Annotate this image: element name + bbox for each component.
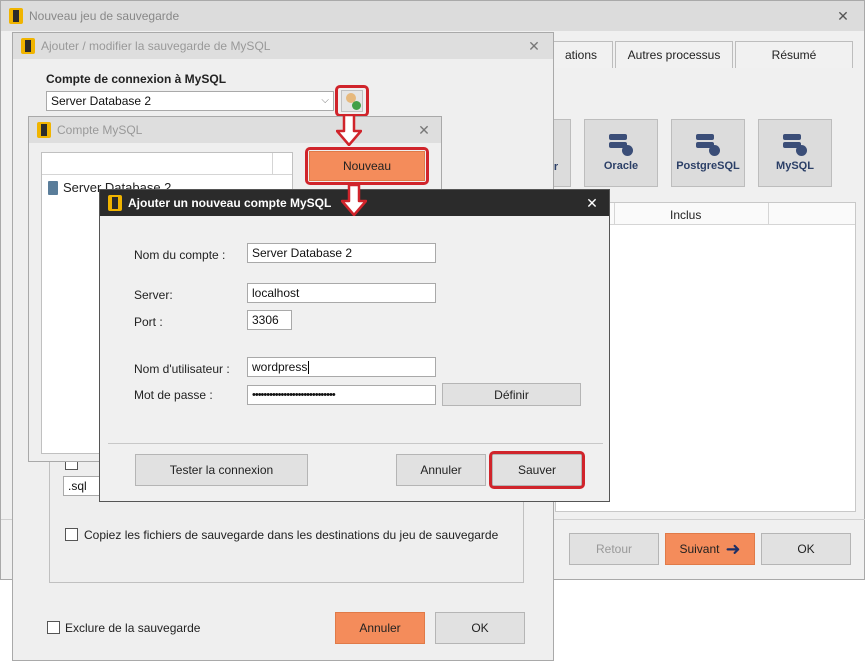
next-button[interactable]: Suivant ➜ [665, 533, 755, 565]
db-tile-oracle[interactable]: Oracle [584, 119, 658, 187]
exclude-label: Exclure de la sauvegarde [65, 621, 201, 635]
col-divider [614, 203, 615, 225]
account-select-value: Server Database 2 [51, 94, 152, 108]
text-cursor [308, 361, 310, 375]
main-titlebar: Nouveau jeu de sauvegarde [1, 1, 864, 31]
col-inclus: Inclus [670, 208, 702, 222]
main-ok-label: OK [797, 542, 815, 556]
database-plus-icon [696, 134, 720, 156]
arrow-down-icon [336, 114, 362, 146]
new-button-highlight [305, 147, 429, 185]
password-value: ••••••••••••••••••••••••••••• [252, 389, 336, 401]
mysql-dialog-titlebar: Ajouter / modifier la sauvegarde de MySQ… [13, 33, 553, 59]
back-button[interactable]: Retour [569, 533, 659, 565]
copy-label: Copiez les fichiers de sauvegarde dans l… [84, 528, 499, 542]
db-tile-postgresql[interactable]: PostgreSQL [671, 119, 745, 187]
account-dialog-title: Compte MySQL [57, 123, 143, 137]
col-divider [768, 203, 769, 225]
db-tile-postgresql-label: PostgreSQL [676, 160, 740, 172]
dialog-divider [108, 443, 603, 444]
password-label: Mot de passe : [134, 388, 213, 402]
mysql-dialog-close-icon[interactable]: ✕ [519, 33, 549, 59]
add-account-highlight [335, 85, 369, 117]
user-label: Nom d'utilisateur : [134, 362, 230, 376]
chevron-down-icon: ⌵ [321, 95, 329, 106]
app-icon [37, 122, 51, 138]
db-tile-mysql-label: MySQL [776, 160, 814, 172]
mysql-ok-label: OK [471, 621, 489, 635]
account-name-field[interactable]: Server Database 2 [247, 243, 436, 263]
account-label: Compte de connexion à MySQL [46, 72, 227, 86]
tab-destinations[interactable]: ations [549, 41, 613, 68]
password-field[interactable]: ••••••••••••••••••••••••••••• [247, 385, 436, 405]
define-button[interactable]: Définir [442, 383, 581, 406]
account-list-header [42, 153, 292, 175]
mysql-cancel-button[interactable]: Annuler [335, 612, 425, 644]
database-plus-icon [783, 134, 807, 156]
account-dialog-titlebar: Compte MySQL [29, 117, 441, 143]
server-value: localhost [252, 286, 300, 300]
tab-autres-label: Autres processus [627, 48, 721, 62]
test-connection-label: Tester la connexion [169, 463, 274, 477]
new-account-title: Ajouter un nouveau compte MySQL [128, 196, 332, 210]
account-select[interactable]: Server Database 2 ⌵ [46, 91, 334, 111]
app-icon [9, 8, 23, 24]
define-label: Définir [494, 387, 529, 402]
tab-resume[interactable]: Résumé [735, 41, 853, 68]
account-dialog-close-icon[interactable]: ✕ [409, 117, 439, 143]
app-icon [21, 38, 35, 54]
mysql-ok-button[interactable]: OK [435, 612, 525, 644]
account-name-value: Server Database 2 [252, 246, 353, 260]
main-ok-button[interactable]: OK [761, 533, 851, 565]
user-value: wordpress [252, 360, 308, 374]
save-button-highlight [489, 451, 585, 489]
db-tile-oracle-label: Oracle [603, 160, 639, 172]
col-divider [272, 153, 273, 175]
main-close-icon[interactable]: ✕ [828, 1, 858, 31]
database-plus-icon [609, 134, 633, 156]
port-label: Port : [134, 315, 163, 329]
mysql-cancel-label: Annuler [359, 621, 401, 635]
tab-autres-processus[interactable]: Autres processus [615, 41, 733, 68]
server-label: Server: [134, 288, 173, 302]
back-label: Retour [595, 542, 633, 556]
copy-checkbox[interactable] [65, 528, 78, 541]
new-account-close-icon[interactable]: ✕ [577, 190, 607, 216]
server-field[interactable]: localhost [247, 283, 436, 303]
tab-resume-label: Résumé [771, 48, 817, 62]
port-value: 3306 [252, 313, 279, 327]
extension-field[interactable]: .sql [63, 476, 103, 496]
new-account-dialog: Ajouter un nouveau compte MySQL ✕ Nom du… [99, 189, 610, 502]
arrow-right-icon: ➜ [725, 538, 741, 559]
extension-value: .sql [68, 479, 87, 493]
app-icon [108, 195, 122, 211]
server-icon [48, 180, 58, 195]
new-account-cancel-button[interactable]: Annuler [396, 454, 486, 486]
tab-destinations-label: ations [564, 48, 598, 62]
mysql-dialog-title: Ajouter / modifier la sauvegarde de MySQ… [41, 39, 271, 53]
user-field[interactable]: wordpress [247, 357, 436, 377]
exclude-checkbox[interactable] [47, 621, 60, 634]
next-label: Suivant [679, 542, 720, 556]
account-name-label: Nom du compte : [134, 248, 226, 262]
new-account-cancel-label: Annuler [420, 463, 462, 477]
test-connection-button[interactable]: Tester la connexion [135, 454, 308, 486]
arrow-down-icon [341, 184, 367, 216]
main-title: Nouveau jeu de sauvegarde [29, 9, 180, 23]
port-field[interactable]: 3306 [247, 310, 292, 330]
db-tile-mysql[interactable]: MySQL [758, 119, 832, 187]
